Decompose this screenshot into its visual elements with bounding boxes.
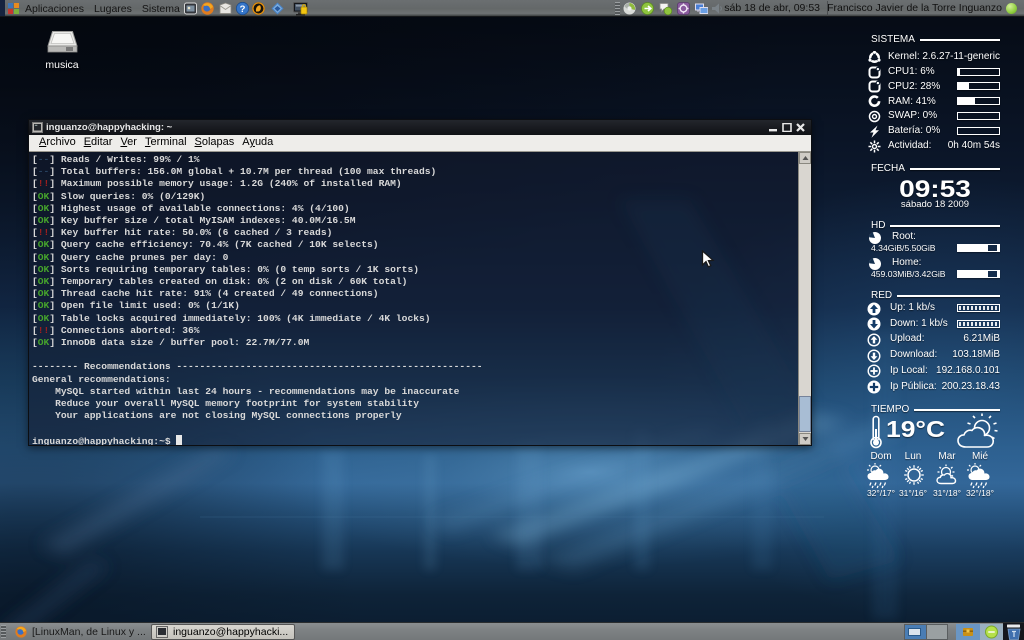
svg-text:?: ? [240, 4, 246, 15]
